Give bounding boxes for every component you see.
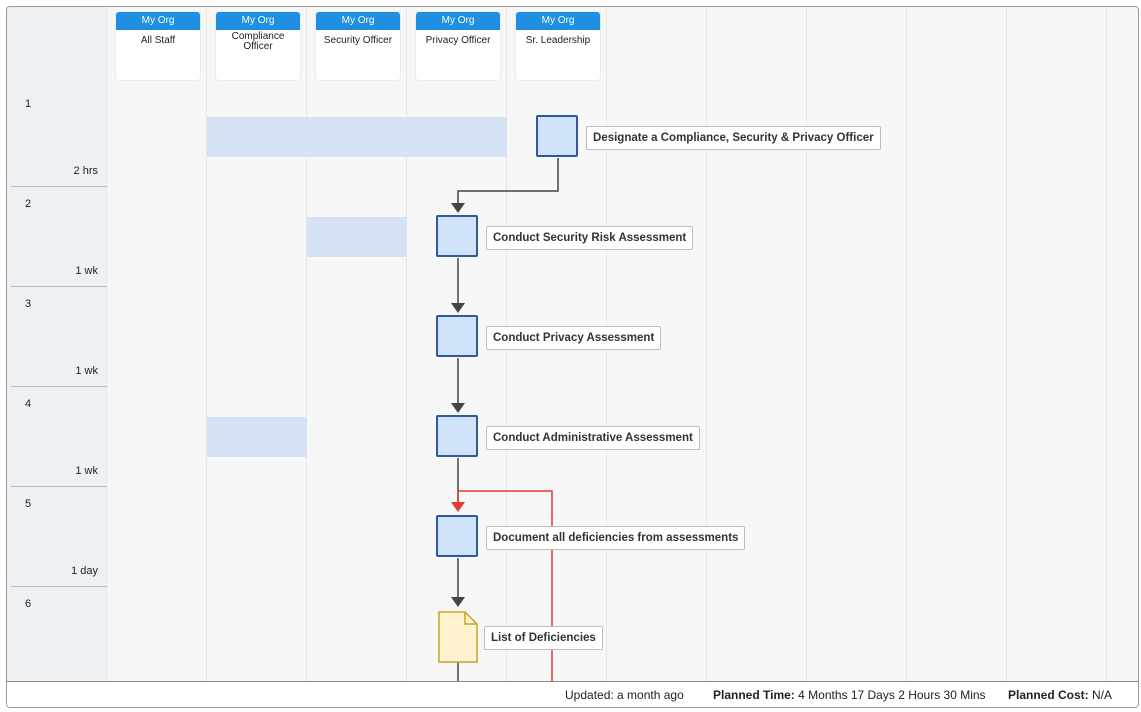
planned-time-value: 4 Months 17 Days 2 Hours 30 Mins [798,688,986,702]
status-footer: Updated: a month ago Planned Time: 4 Mon… [7,681,1138,707]
task-administrative-assessment[interactable] [436,415,478,457]
planned-time: Planned Time: 4 Months 17 Days 2 Hours 3… [713,688,986,702]
task-privacy-assessment[interactable] [436,315,478,357]
task-label[interactable]: Conduct Administrative Assessment [486,426,700,450]
arrowhead [451,403,465,413]
arrowhead [451,597,465,607]
planned-cost: Planned Cost: N/A [1008,688,1112,702]
arrowhead [451,303,465,313]
task-label[interactable]: Designate a Compliance, Security & Priva… [586,126,881,150]
loop-arrowhead [451,502,465,512]
updated-text: Updated: a month ago [565,688,684,702]
planned-cost-value: N/A [1092,688,1113,702]
planned-time-label: Planned Time: [713,688,795,702]
task-label[interactable]: Document all deficiencies from assessmen… [486,526,746,550]
task-security-risk-assessment[interactable] [436,215,478,257]
document-label[interactable]: List of Deficiencies [484,626,603,650]
planned-cost-label: Planned Cost: [1008,688,1089,702]
task-label[interactable]: Conduct Privacy Assessment [486,326,662,350]
task-label[interactable]: Conduct Security Risk Assessment [486,226,694,250]
task-document-deficiencies[interactable] [436,515,478,557]
task-designate-officer[interactable] [536,115,578,157]
document-icon[interactable] [438,611,478,663]
arrowhead [451,203,465,213]
process-map: 1 2 hrs 2 1 wk 3 1 wk 4 1 wk 5 1 day 6 M… [6,6,1139,708]
connector [457,158,559,205]
